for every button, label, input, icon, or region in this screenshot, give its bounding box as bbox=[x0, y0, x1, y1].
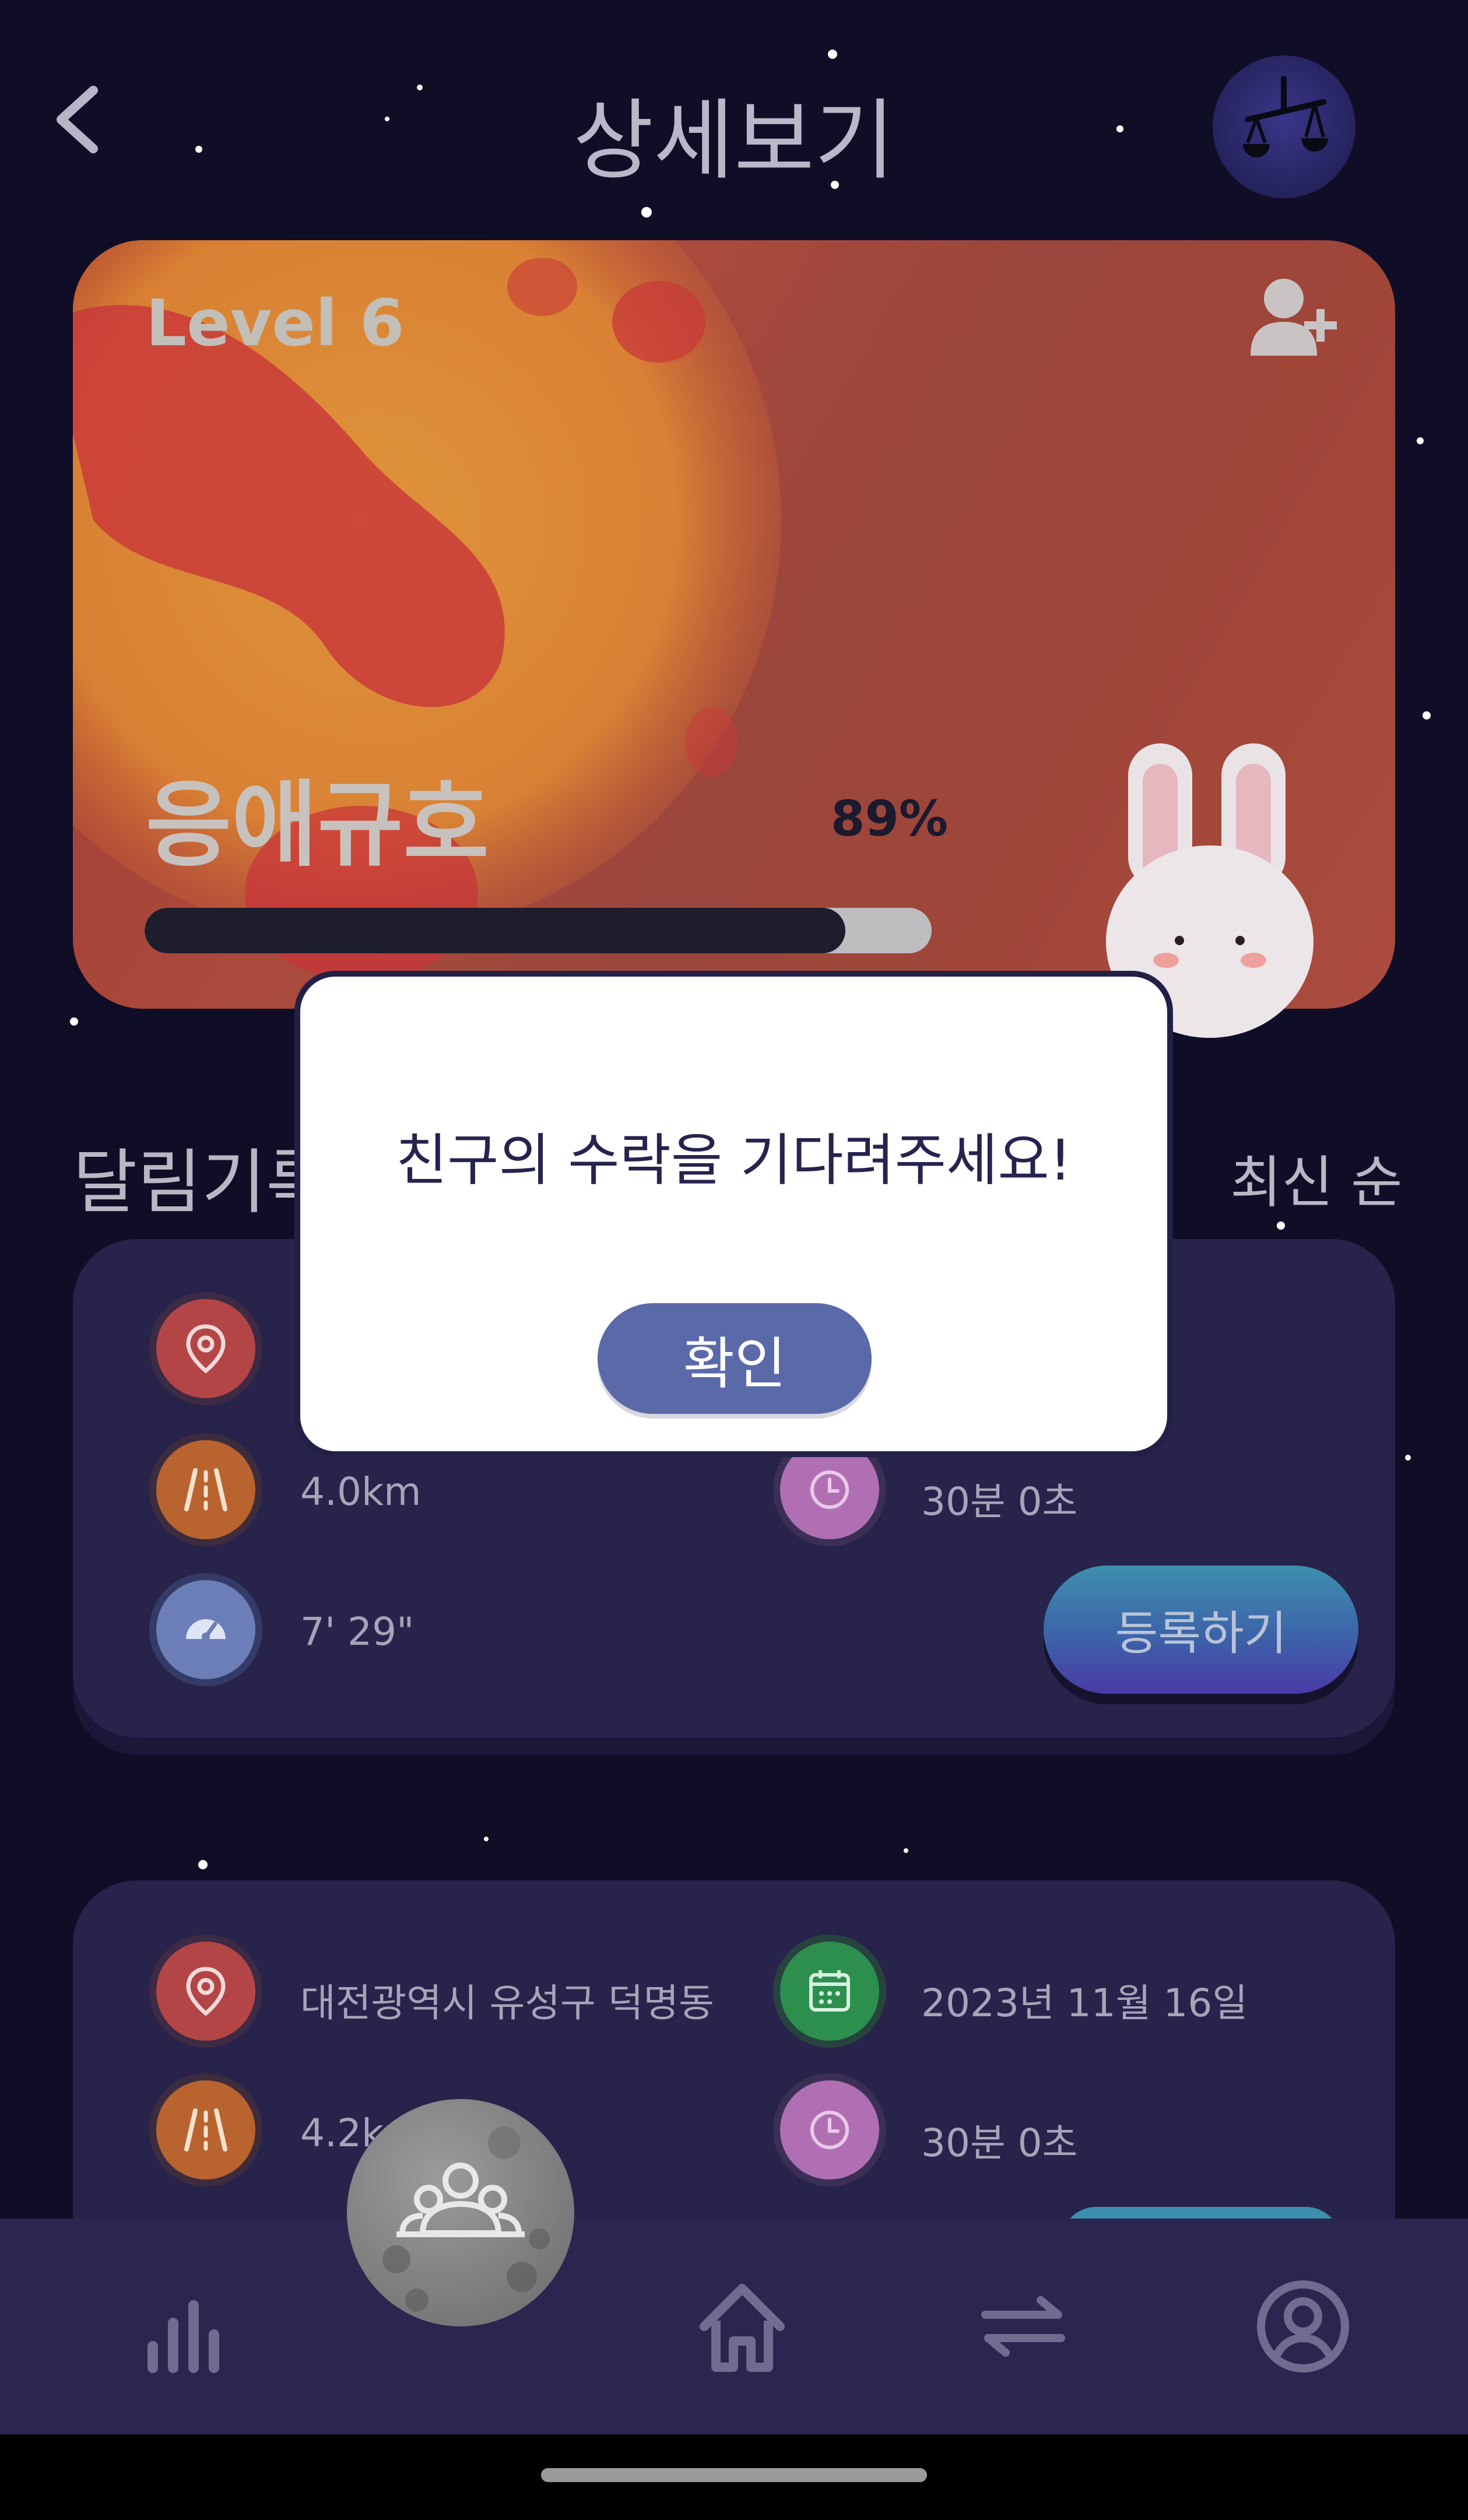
progress-fill bbox=[145, 908, 845, 953]
road-icon bbox=[156, 2080, 255, 2179]
speedometer-icon bbox=[156, 1580, 255, 1679]
record-date: 2023년 11월 16일 bbox=[921, 1981, 1248, 2026]
record-duration: 30분 0초 bbox=[921, 1479, 1078, 1524]
register-button[interactable]: 등록하기 bbox=[1044, 1566, 1358, 1694]
dialog-message: 친구의 수락을 기다려주세요! bbox=[395, 1128, 1072, 1193]
record-duration: 30분 0초 bbox=[921, 2121, 1078, 2165]
profile-icon[interactable] bbox=[1248, 2271, 1358, 2382]
record-distance: 4.0km bbox=[300, 1469, 422, 1514]
section-title: 달림기록 bbox=[73, 1142, 331, 1223]
record-location: 대전광역시 유성구 덕명동 bbox=[300, 1981, 714, 2026]
progress-percent: 89% bbox=[831, 790, 949, 847]
scale-button[interactable] bbox=[1213, 55, 1355, 198]
level-progress-bar bbox=[145, 908, 932, 953]
home-indicator[interactable] bbox=[541, 2468, 927, 2482]
clock-icon bbox=[780, 2080, 879, 2179]
scale-icon bbox=[1243, 76, 1328, 157]
record-pace: 7' 29" bbox=[300, 1609, 415, 1654]
add-user-icon bbox=[1251, 279, 1337, 356]
calendar-icon bbox=[780, 1942, 879, 2041]
sort-toggle[interactable]: 최신 순 bbox=[1230, 1137, 1402, 1218]
confirm-button[interactable]: 확인 bbox=[598, 1303, 872, 1414]
add-friend-button[interactable] bbox=[1248, 274, 1341, 361]
chart-icon[interactable] bbox=[127, 2271, 238, 2382]
group-moon-icon bbox=[382, 2126, 550, 2312]
character-name: 응애규호 bbox=[146, 770, 489, 879]
swap-icon[interactable] bbox=[968, 2271, 1079, 2382]
level-label: Level 6 bbox=[146, 286, 405, 360]
group-moon-button[interactable] bbox=[347, 2099, 574, 2326]
road-icon bbox=[156, 1440, 255, 1539]
home-icon[interactable] bbox=[687, 2271, 798, 2382]
location-icon bbox=[156, 1299, 255, 1398]
location-icon bbox=[156, 1942, 255, 2041]
